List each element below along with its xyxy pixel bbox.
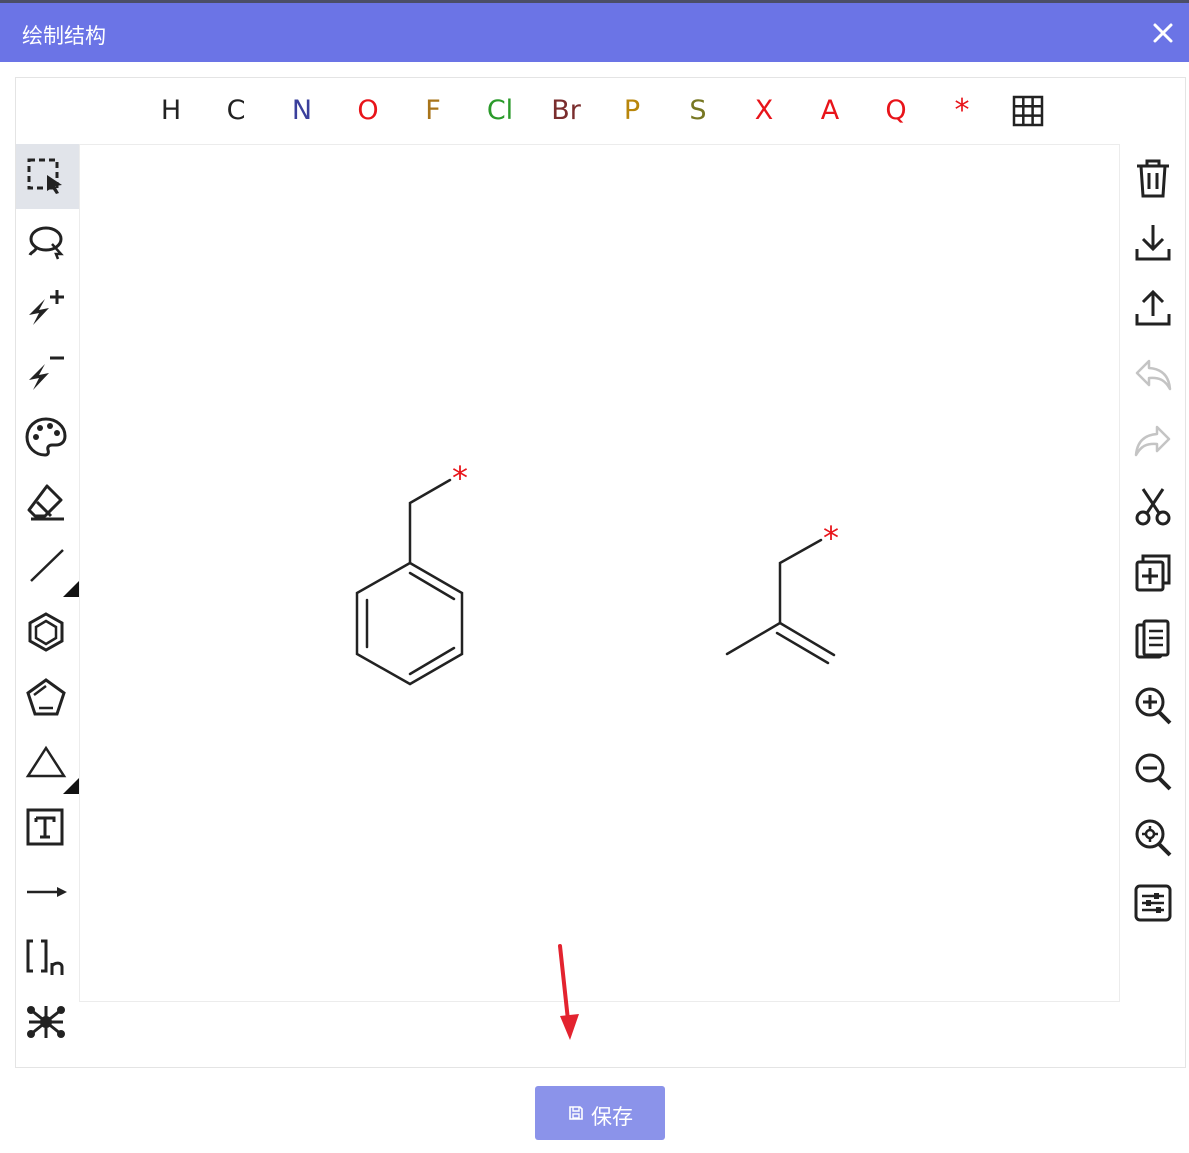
atom-button-f[interactable]: F [413,93,453,129]
triangle-shape-icon [25,745,79,794]
download-icon[interactable] [1133,221,1173,265]
redo-icon[interactable] [1133,419,1173,463]
reaction-arrow-tool[interactable] [16,859,79,924]
undo-icon[interactable] [1133,353,1173,397]
save-button-label: 保存 [591,1105,633,1129]
benzyl-radical [355,478,464,686]
text-box-icon [26,808,64,846]
sgroup-bracket-tool[interactable] [16,924,79,989]
dialog-title: 绘制结构 [22,24,106,48]
methallyl-radical [725,538,836,665]
atom-toolbar: H C N O F Cl Br P S X A Q * [16,78,1185,144]
molecule-network-icon [27,1006,65,1038]
molecule-drawing: * * [355,459,839,686]
save-floppy-icon [569,1106,583,1120]
benzene-tool[interactable] [16,599,79,664]
charge-minus-tool[interactable] [16,339,79,404]
upload-icon[interactable] [1133,286,1173,330]
structure-editor: H C N O F Cl Br P S X A Q * * * [15,77,1186,1068]
scissors-icon[interactable] [1133,485,1173,529]
palette-tool[interactable] [16,404,79,469]
atom-button-x[interactable]: X [744,93,784,129]
annotation-arrow [558,944,579,1040]
zoom-fit-icon[interactable] [1133,816,1173,860]
zoom-in-icon[interactable] [1133,684,1173,728]
select-rect-icon [27,158,62,194]
charge-plus-tool[interactable] [16,274,79,339]
atom-button-n[interactable]: N [282,93,322,129]
lasso-icon [28,226,64,260]
atom-button-p[interactable]: P [612,93,652,129]
cyclopentane-ring-icon [26,678,66,716]
copy-icon[interactable] [1133,551,1173,595]
close-icon[interactable] [1150,20,1176,46]
charge-plus-icon [29,290,64,325]
single-bond-icon [30,549,79,597]
atom-button-h[interactable]: H [151,93,191,129]
atom-button-c[interactable]: C [216,93,256,129]
cyclopentadiene-tool[interactable] [16,664,79,729]
zoom-out-icon[interactable] [1133,750,1173,794]
eraser-icon [27,484,64,521]
trash-icon[interactable] [1133,156,1173,200]
palette-icon [25,417,67,457]
lasso-tool[interactable] [16,209,79,274]
charge-minus-icon [29,356,64,390]
eraser-tool[interactable] [16,469,79,534]
atom-button-a[interactable]: A [810,93,850,129]
save-button[interactable]: 保存 [535,1086,665,1140]
bracket-n-icon [26,939,64,975]
select-rect-tool[interactable] [16,144,79,209]
settings-sliders-icon[interactable] [1133,881,1173,925]
atom-button-o[interactable]: O [348,93,388,129]
atom-button-cl[interactable]: Cl [480,93,520,129]
right-arrow-icon [27,887,67,897]
atom-button-q[interactable]: Q [876,93,916,129]
text-tool[interactable] [16,794,79,859]
bond-tool[interactable] [16,534,79,599]
attachment-point-1: * [452,459,468,497]
atom-button-s[interactable]: S [678,93,718,129]
header-top-border [0,0,1189,3]
periodic-table-icon[interactable] [1012,95,1044,127]
atom-button-br[interactable]: Br [546,93,586,129]
paste-icon[interactable] [1133,617,1173,661]
dialog-header: 绘制结构 [0,0,1189,62]
rgroup-tool[interactable] [16,989,79,1054]
atom-button-any[interactable]: * [942,93,982,129]
attachment-point-2: * [823,519,839,557]
benzene-ring-icon [28,612,64,652]
drawing-canvas[interactable]: * * [79,144,1120,1002]
triangle-shape-tool[interactable] [16,729,79,794]
